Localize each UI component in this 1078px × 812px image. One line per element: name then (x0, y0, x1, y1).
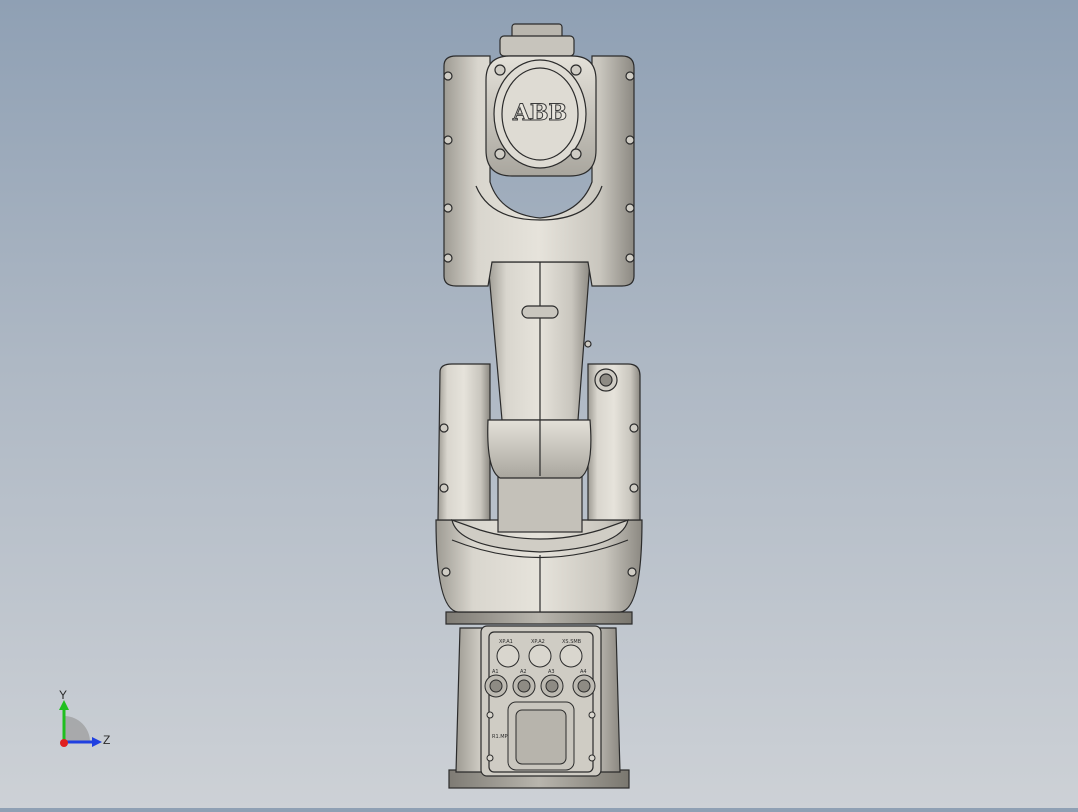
coordinate-triad (59, 700, 102, 747)
robot-model-view[interactable]: XP.A1 XP.A2 XS.SMB A1 A2 A3 A4 R1.MP ABB (0, 0, 1078, 808)
label-r1-mp: R1.MP (492, 734, 508, 740)
label-a2: A2 (520, 669, 527, 675)
label-xp-a2: XP.A2 (531, 639, 545, 645)
y-axis-label: Y (59, 688, 68, 702)
x-axis-dot-icon (60, 739, 68, 747)
triad-arc-icon (64, 716, 90, 742)
brand-logo: ABB (512, 100, 567, 126)
3d-viewport[interactable]: XP.A1 XP.A2 XS.SMB A1 A2 A3 A4 R1.MP ABB… (0, 0, 1078, 808)
label-xs-smb: XS.SMB (562, 639, 582, 645)
label-xp-a1: XP.A1 (499, 639, 513, 645)
label-a1: A1 (492, 669, 499, 675)
label-a4: A4 (580, 669, 587, 675)
label-a3: A3 (548, 669, 555, 675)
z-axis-label: Z (103, 733, 111, 747)
